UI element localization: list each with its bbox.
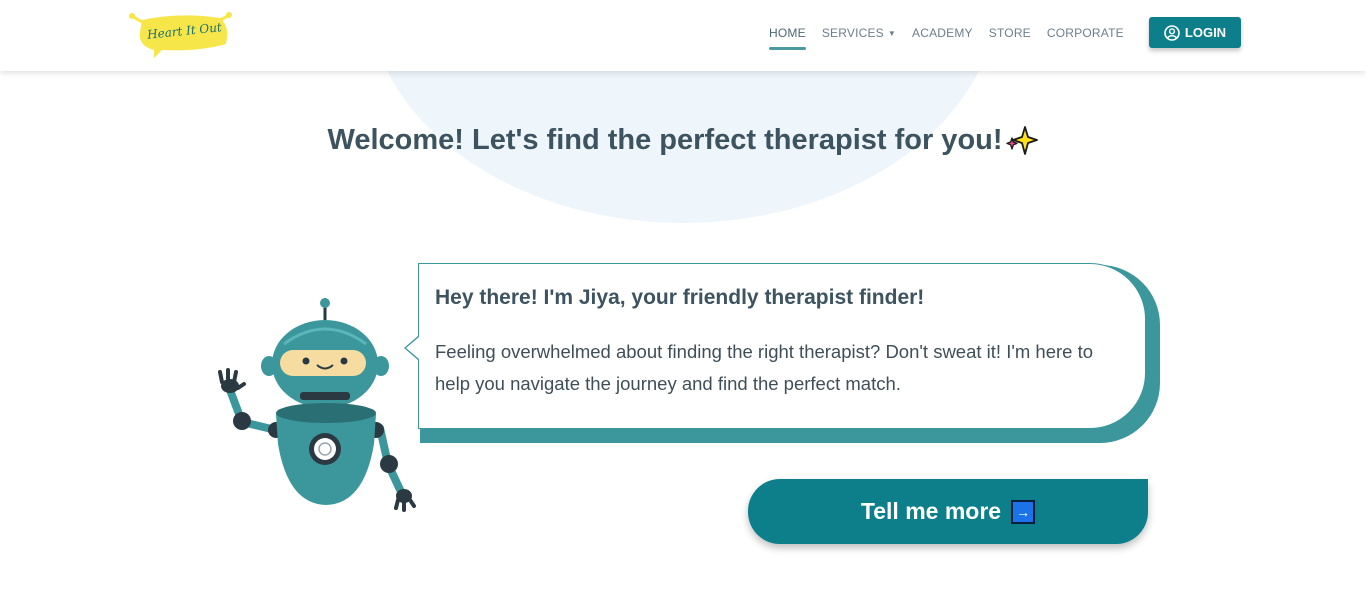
login-label: LOGIN — [1184, 25, 1227, 40]
nav-corporate[interactable]: CORPORATE — [1047, 26, 1124, 50]
robot-mascot — [218, 298, 416, 512]
sparkles-icon — [1005, 126, 1038, 156]
welcome-text: Welcome! Let's find the perfect therapis… — [327, 124, 1003, 156]
navbar: Heart It Out HOME SERVICES ▼ ACADEMY STOR… — [0, 0, 1366, 71]
nav-links: HOME SERVICES ▼ ACADEMY STORE CORPORATE — [769, 26, 1124, 50]
bubble-body: Feeling overwhelmed about finding the ri… — [435, 341, 1094, 394]
speech-bubble-tail-fill — [406, 337, 419, 359]
cta-label: Tell me more — [860, 498, 1002, 524]
nav-academy[interactable]: ACADEMY — [912, 26, 973, 50]
nav-store[interactable]: STORE — [989, 26, 1031, 50]
right-arrow-icon: → — [1011, 499, 1036, 524]
login-button[interactable]: LOGIN — [1149, 17, 1241, 48]
nav-services[interactable]: SERVICES ▼ — [822, 26, 896, 50]
nav-home[interactable]: HOME — [769, 26, 806, 50]
page: Heart It Out HOME SERVICES ▼ ACADEMY STOR… — [0, 0, 1366, 607]
nav-services-label: SERVICES — [821, 26, 884, 40]
chevron-down-icon: ▼ — [887, 29, 897, 39]
welcome-heading: Welcome! Let's find the perfect therapis… — [0, 124, 1366, 158]
bubble-title: Hey there! I'm Jiya, your friendly thera… — [435, 286, 925, 309]
user-circle-icon — [1164, 24, 1180, 41]
tell-me-more-button[interactable]: Tell me more → — [748, 479, 1148, 544]
